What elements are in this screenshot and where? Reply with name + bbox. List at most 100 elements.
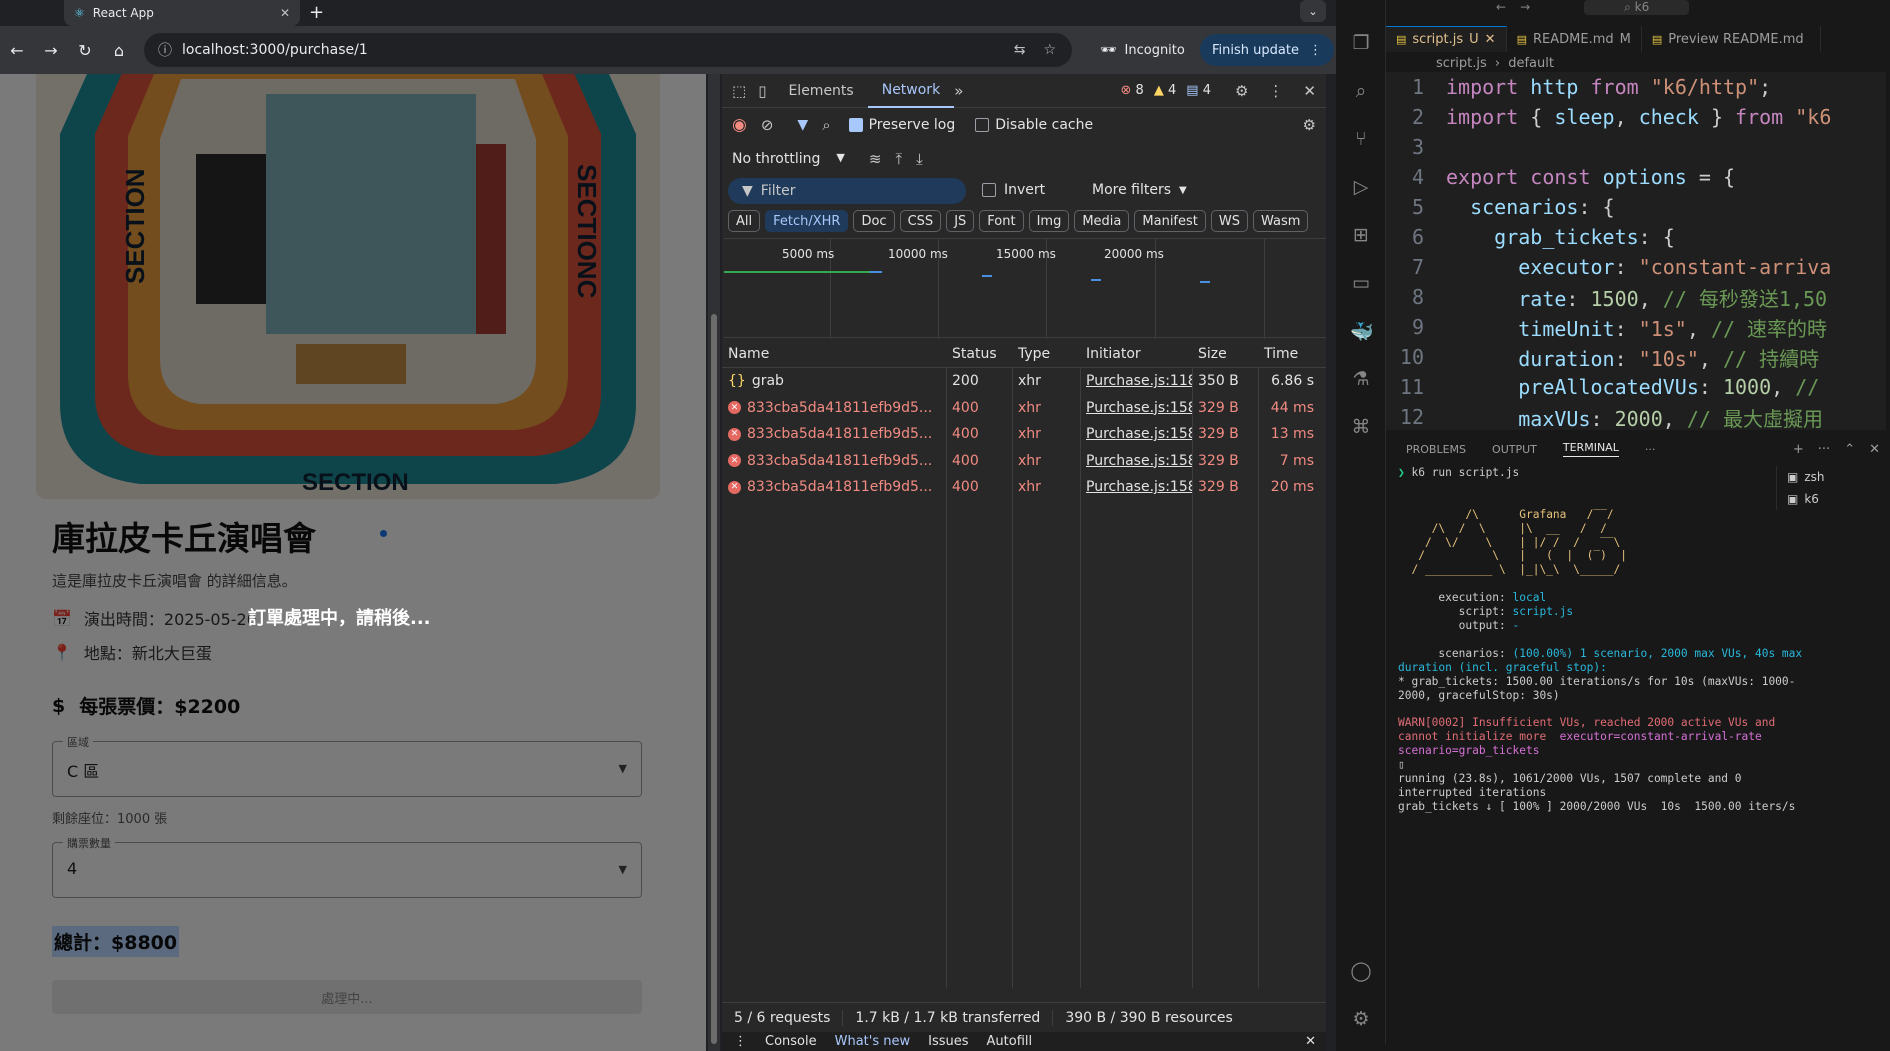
- search-icon[interactable]: ⌕: [1350, 80, 1372, 102]
- type-filter-chip[interactable]: Font: [979, 210, 1024, 232]
- source-control-icon[interactable]: ⑂: [1350, 128, 1372, 150]
- preserve-log-checkbox[interactable]: Preserve log: [848, 117, 955, 133]
- scrollbar-thumb[interactable]: [711, 314, 717, 1044]
- drawer-menu-icon[interactable]: ⋮: [734, 1034, 747, 1049]
- more-filters-dropdown[interactable]: More filters ▼: [1092, 182, 1187, 198]
- disable-cache-check[interactable]: [975, 118, 990, 132]
- breadcrumb-symbol[interactable]: default: [1508, 56, 1554, 71]
- request-row[interactable]: ✕ 833cba5da41811efb9d5... 400 xhr Purchase.j…: [722, 448, 1326, 475]
- code-line[interactable]: 11 preAllocatedVUs: 1000, //: [1386, 372, 1886, 402]
- run-debug-icon[interactable]: ▷: [1350, 176, 1372, 198]
- drawer-tab-whats-new[interactable]: What's new: [835, 1034, 911, 1049]
- panel-tab-problems[interactable]: PROBLEMS: [1406, 443, 1466, 456]
- invert-check[interactable]: [982, 183, 996, 197]
- testing-icon[interactable]: ⚗: [1350, 368, 1372, 390]
- panel-more-icon[interactable]: ···: [1645, 443, 1656, 456]
- type-filter-chip[interactable]: Fetch/XHR: [765, 210, 849, 232]
- panel-tab-output[interactable]: OUTPUT: [1492, 443, 1537, 456]
- terminal-item-k6[interactable]: ▣ k6: [1787, 488, 1886, 510]
- import-har-icon[interactable]: ⤒: [895, 150, 902, 168]
- filter-input[interactable]: ▼ Filter: [728, 178, 966, 204]
- code-line[interactable]: 7 executor: "constant-arriva: [1386, 252, 1886, 282]
- panel-tab-terminal[interactable]: TERMINAL: [1562, 441, 1619, 457]
- code-line[interactable]: 4 export const options = {: [1386, 162, 1886, 192]
- close-drawer-icon[interactable]: ✕: [1305, 1034, 1316, 1049]
- clear-icon[interactable]: ⊘: [761, 116, 774, 134]
- code-editor[interactable]: 1 import http from "k6/http"; 2 import { sl…: [1386, 72, 1886, 430]
- network-conditions-icon[interactable]: ≋: [869, 150, 882, 168]
- code-line[interactable]: 6 grab_tickets: {: [1386, 222, 1886, 252]
- site-info-icon[interactable]: ⓘ: [158, 40, 172, 60]
- tab-search-icon[interactable]: ⌄: [1300, 0, 1326, 22]
- remote-explorer-icon[interactable]: ▭: [1350, 272, 1372, 294]
- network-overview-timeline[interactable]: 5000 ms 10000 ms 15000 ms 20000 ms: [724, 238, 1326, 339]
- type-filter-chip[interactable]: Manifest: [1134, 210, 1206, 232]
- request-initiator-link[interactable]: Purchase.js:118: [1080, 373, 1192, 389]
- request-row[interactable]: ✕ 833cba5da41811efb9d5... 400 xhr Purchase.j…: [722, 421, 1326, 448]
- code-line[interactable]: 10 duration: "10s", // 持續時: [1386, 342, 1886, 372]
- export-har-icon[interactable]: ⤓: [916, 150, 923, 168]
- type-filter-chip[interactable]: Img: [1028, 210, 1070, 232]
- close-tab-icon[interactable]: ✕: [1485, 32, 1496, 47]
- close-devtools-icon[interactable]: ✕: [1303, 82, 1316, 100]
- home-icon[interactable]: ⌂: [102, 41, 136, 60]
- drawer-tab-issues[interactable]: Issues: [928, 1034, 968, 1049]
- python-icon[interactable]: ⌘: [1350, 416, 1372, 438]
- column-header-name[interactable]: Name: [722, 346, 946, 362]
- type-filter-chip[interactable]: All: [728, 210, 761, 232]
- terminal-more-icon[interactable]: ···: [1818, 442, 1830, 457]
- docker-icon[interactable]: 🐳: [1350, 320, 1374, 343]
- incognito-indicator[interactable]: 🕶 Incognito: [1090, 33, 1195, 67]
- drawer-tab-autofill[interactable]: Autofill: [987, 1034, 1033, 1049]
- message-count[interactable]: ▤ 4: [1186, 83, 1211, 98]
- request-initiator-link[interactable]: Purchase.js:158: [1080, 453, 1192, 469]
- manage-gear-icon[interactable]: ⚙: [1350, 1008, 1372, 1030]
- new-terminal-icon[interactable]: +: [1793, 442, 1804, 457]
- request-row[interactable]: ✕ 833cba5da41811efb9d5... 400 xhr Purchase.j…: [722, 474, 1326, 501]
- code-line[interactable]: 5 scenarios: {: [1386, 192, 1886, 222]
- type-filter-chip[interactable]: Doc: [853, 210, 895, 232]
- terminal-output[interactable]: ❯ k6 run script.js /\ Grafana /‾‾/ /\ / …: [1398, 466, 1818, 1026]
- close-tab-icon[interactable]: ✕: [280, 6, 290, 20]
- search-icon[interactable]: ⌕: [822, 116, 830, 134]
- finish-update-button[interactable]: Finish update ⋮: [1200, 34, 1334, 66]
- terminal-item-zsh[interactable]: ▣ zsh: [1787, 466, 1886, 488]
- type-filter-chip[interactable]: Media: [1074, 210, 1130, 232]
- new-tab-icon[interactable]: +: [309, 2, 324, 23]
- disable-cache-checkbox[interactable]: Disable cache: [975, 117, 1093, 133]
- column-header-size[interactable]: Size: [1192, 346, 1258, 362]
- error-count[interactable]: ⊗ 8: [1121, 83, 1144, 98]
- reload-icon[interactable]: ↻: [68, 41, 102, 60]
- extensions-icon[interactable]: ⊞: [1350, 224, 1372, 246]
- request-initiator-link[interactable]: Purchase.js:158: [1080, 400, 1192, 416]
- code-line[interactable]: 8 rate: 1500, // 每秒發送1,50: [1386, 282, 1886, 312]
- column-header-type[interactable]: Type: [1012, 346, 1080, 362]
- request-initiator-link[interactable]: Purchase.js:158: [1080, 426, 1192, 442]
- editor-tab[interactable]: ▤ README.md M: [1507, 26, 1642, 52]
- column-header-status[interactable]: Status: [946, 346, 1012, 362]
- editor-tab[interactable]: ▤ Preview README.md: [1642, 26, 1821, 52]
- type-filter-chip[interactable]: CSS: [899, 210, 942, 232]
- maximize-panel-icon[interactable]: ⌃: [1844, 442, 1855, 457]
- browser-tab[interactable]: ⚛ React App ✕: [64, 0, 300, 26]
- code-line[interactable]: 3: [1386, 132, 1886, 162]
- code-line[interactable]: 9 timeUnit: "1s", // 速率的時: [1386, 312, 1886, 342]
- bookmark-star-icon[interactable]: ☆: [1043, 42, 1056, 58]
- code-line[interactable]: 12 maxVUs: 2000, // 最大虛擬用: [1386, 402, 1886, 430]
- breadcrumb-file[interactable]: script.js: [1436, 56, 1487, 71]
- record-icon[interactable]: ◉: [732, 115, 747, 135]
- tab-elements[interactable]: Elements: [774, 74, 867, 108]
- device-toolbar-icon[interactable]: ▯: [758, 82, 766, 100]
- preserve-log-check[interactable]: [848, 118, 863, 132]
- forward-icon[interactable]: →: [34, 41, 68, 60]
- tab-network[interactable]: Network: [867, 74, 955, 108]
- nav-back-icon[interactable]: ←: [1496, 0, 1506, 14]
- address-bar[interactable]: ⓘ localhost:3000/purchase/1 ⇆ ☆: [144, 33, 1072, 67]
- request-initiator-link[interactable]: Purchase.js:158: [1080, 479, 1192, 495]
- inspect-element-icon[interactable]: ⬚: [732, 82, 746, 100]
- code-line[interactable]: 1 import http from "k6/http";: [1386, 72, 1886, 102]
- column-header-initiator[interactable]: Initiator: [1080, 346, 1192, 362]
- command-center[interactable]: ⌕ k6: [1584, 0, 1690, 15]
- column-header-time[interactable]: Time: [1258, 346, 1320, 362]
- accounts-icon[interactable]: ◯: [1350, 960, 1372, 982]
